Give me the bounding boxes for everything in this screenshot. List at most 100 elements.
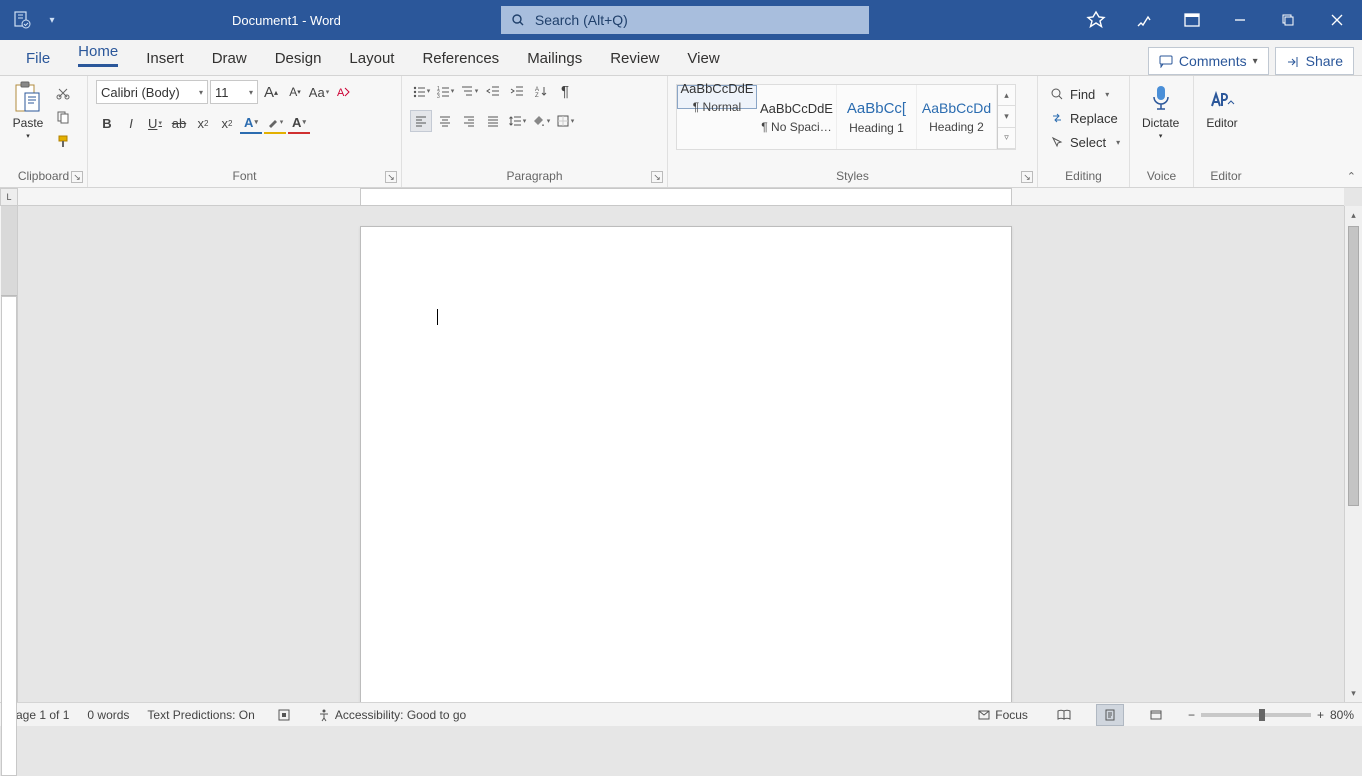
search-box[interactable]: Search (Alt+Q) [501, 6, 869, 34]
horizontal-ruler[interactable] [18, 188, 1344, 206]
font-name-select[interactable]: Calibri (Body)▾ [96, 80, 208, 104]
align-center-button[interactable] [434, 110, 456, 132]
tab-insert[interactable]: Insert [132, 44, 198, 75]
comments-button[interactable]: Comments ▾ [1148, 47, 1269, 75]
autosave-icon[interactable] [12, 10, 32, 30]
decrease-indent-button[interactable] [482, 80, 504, 102]
align-right-button[interactable] [458, 110, 480, 132]
maximize-button[interactable] [1264, 0, 1312, 40]
grow-font-button[interactable]: A▴ [260, 81, 282, 103]
style-heading-2[interactable]: AaBbCcDd Heading 2 [917, 85, 997, 149]
close-button[interactable] [1312, 0, 1362, 40]
increase-indent-button[interactable] [506, 80, 528, 102]
vertical-ruler[interactable] [0, 206, 18, 702]
document-page[interactable] [360, 226, 1012, 702]
numbering-button[interactable]: 123 [434, 80, 456, 102]
change-case-button[interactable]: Aa [308, 81, 330, 103]
shading-button[interactable] [530, 110, 552, 132]
clear-formatting-button[interactable]: A [332, 81, 354, 103]
zoom-slider[interactable] [1201, 713, 1311, 717]
share-button[interactable]: Share [1275, 47, 1354, 75]
line-spacing-button[interactable] [506, 110, 528, 132]
strikethrough-button[interactable]: ab [168, 112, 190, 134]
multilevel-icon [460, 84, 474, 98]
highlight-button[interactable] [264, 112, 286, 134]
comments-label: Comments [1179, 53, 1247, 69]
coming-soon-icon[interactable] [1120, 0, 1168, 40]
tab-references[interactable]: References [408, 44, 513, 75]
minimize-button[interactable] [1216, 0, 1264, 40]
ribbon-display-icon[interactable] [1168, 0, 1216, 40]
scroll-up-button[interactable]: ▴ [1345, 206, 1362, 224]
format-painter-button[interactable] [52, 130, 74, 152]
scroll-down-button[interactable]: ▾ [1345, 684, 1362, 702]
gallery-down-button[interactable]: ▾ [998, 106, 1015, 127]
dictate-button[interactable]: Dictate ▾ [1138, 80, 1183, 142]
show-marks-button[interactable]: ¶ [554, 80, 576, 102]
chevron-down-icon: ▾ [26, 132, 30, 140]
multilevel-list-button[interactable] [458, 80, 480, 102]
premium-icon[interactable] [1072, 0, 1120, 40]
bold-button[interactable]: B [96, 112, 118, 134]
zoom-level[interactable]: 80% [1330, 708, 1354, 722]
superscript-button[interactable]: x2 [216, 112, 238, 134]
borders-button[interactable] [554, 110, 576, 132]
accessibility-status[interactable]: Accessibility: Good to go [313, 703, 470, 727]
vertical-scrollbar[interactable]: ▴ ▾ [1344, 206, 1362, 702]
paste-button[interactable]: Paste ▾ [8, 80, 48, 142]
tab-design[interactable]: Design [261, 44, 336, 75]
editor-button[interactable]: Editor [1202, 80, 1242, 132]
tab-mailings[interactable]: Mailings [513, 44, 596, 75]
tab-view[interactable]: View [673, 44, 733, 75]
font-color-button[interactable]: A [288, 112, 310, 134]
tab-review[interactable]: Review [596, 44, 673, 75]
comment-icon [1159, 54, 1173, 68]
justify-button[interactable] [482, 110, 504, 132]
scroll-thumb[interactable] [1348, 226, 1359, 506]
read-mode-button[interactable] [1050, 704, 1078, 726]
focus-mode-button[interactable]: Focus [973, 703, 1032, 727]
copy-button[interactable] [52, 106, 74, 128]
gallery-more-button[interactable]: ▿ [998, 128, 1015, 149]
sort-button[interactable]: AZ [530, 80, 552, 102]
print-layout-button[interactable] [1096, 704, 1124, 726]
italic-button[interactable]: I [120, 112, 142, 134]
dialog-launcher-icon[interactable]: ↘ [651, 171, 663, 183]
find-button[interactable]: Find▾ [1046, 82, 1113, 106]
subscript-button[interactable]: x2 [192, 112, 214, 134]
macro-status[interactable] [273, 703, 295, 727]
font-size-select[interactable]: 11▾ [210, 80, 258, 104]
gallery-up-button[interactable]: ▴ [998, 85, 1015, 106]
zoom-out-button[interactable]: − [1188, 708, 1195, 722]
tab-home[interactable]: Home [64, 37, 132, 75]
text-effects-button[interactable]: A [240, 112, 262, 134]
page-number[interactable]: Page 1 of 1 [8, 708, 69, 722]
bullets-button[interactable] [410, 80, 432, 102]
underline-button[interactable]: U [144, 112, 166, 134]
style-name: ¶ No Spaci… [761, 120, 831, 134]
style-normal[interactable]: AaBbCcDdE ¶ Normal [677, 85, 757, 109]
find-icon [1050, 87, 1064, 101]
qat-customize-icon[interactable]: ▾ [42, 10, 62, 30]
shrink-font-button[interactable]: A▾ [284, 81, 306, 103]
dialog-launcher-icon[interactable]: ↘ [71, 171, 83, 183]
text-predictions[interactable]: Text Predictions: On [147, 708, 254, 722]
replace-button[interactable]: Replace [1046, 106, 1122, 130]
dialog-launcher-icon[interactable]: ↘ [1021, 171, 1033, 183]
tab-layout[interactable]: Layout [335, 44, 408, 75]
dialog-launcher-icon[interactable]: ↘ [385, 171, 397, 183]
select-button[interactable]: Select▾ [1046, 130, 1124, 154]
tab-file[interactable]: File [12, 44, 64, 75]
cut-button[interactable] [52, 82, 74, 104]
tab-selector[interactable]: L [0, 188, 18, 206]
zoom-slider-thumb[interactable] [1259, 709, 1265, 721]
word-count[interactable]: 0 words [87, 708, 129, 722]
align-left-button[interactable] [410, 110, 432, 132]
share-label: Share [1306, 53, 1343, 69]
web-layout-button[interactable] [1142, 704, 1170, 726]
zoom-in-button[interactable]: + [1317, 708, 1324, 722]
style-no-spacing[interactable]: AaBbCcDdE ¶ No Spaci… [757, 85, 837, 149]
tab-draw[interactable]: Draw [198, 44, 261, 75]
style-heading-1[interactable]: AaBbCc[ Heading 1 [837, 85, 917, 149]
collapse-ribbon-button[interactable]: ⌃ [1347, 170, 1356, 183]
